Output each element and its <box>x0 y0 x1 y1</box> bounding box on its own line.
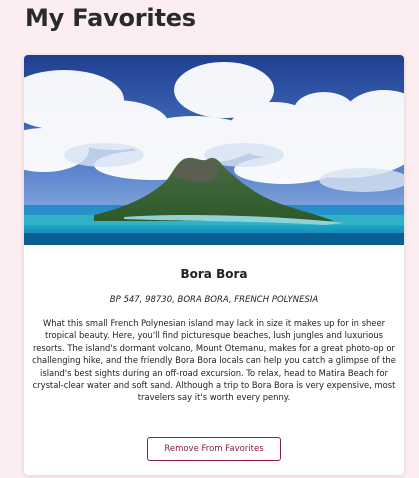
favorite-card: Bora Bora BP 547, 98730, BORA BORA, FREN… <box>24 55 404 475</box>
destination-description: What this small French Polynesian island… <box>32 318 396 403</box>
destination-address: BP 547, 98730, BORA BORA, FRENCH POLYNES… <box>109 295 319 305</box>
destination-name: Bora Bora <box>180 267 248 281</box>
page-title: My Favorites <box>25 4 196 32</box>
destination-image <box>24 55 404 245</box>
remove-from-favorites-button[interactable]: Remove From Favorites <box>147 437 281 461</box>
